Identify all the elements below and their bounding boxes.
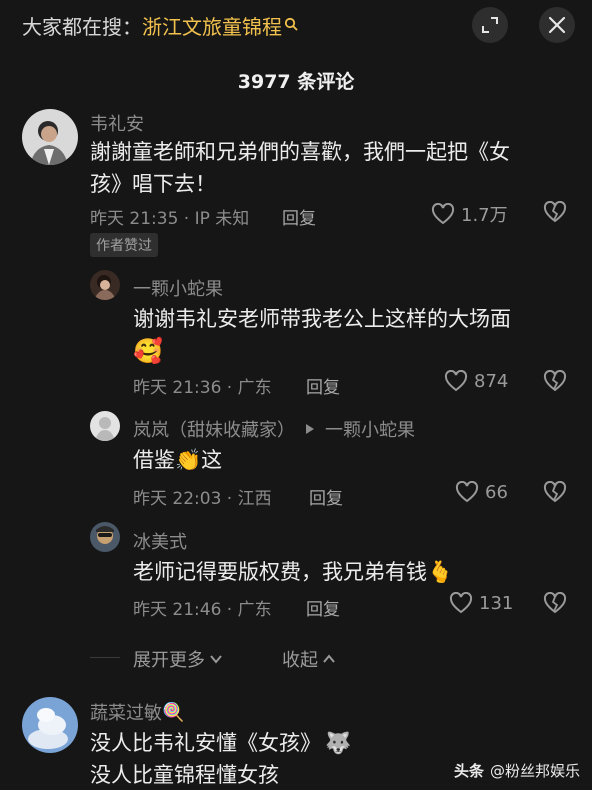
reply-time-location: 昨天 22:03 · 江西 <box>133 489 272 509</box>
chevron-down-icon <box>210 655 222 664</box>
comment-text-line: 謝謝童老師和兄弟們的喜歡，我們一起把《女 <box>90 140 510 164</box>
like-button[interactable]: 131 <box>449 592 513 614</box>
reply-arrow-icon <box>306 424 314 434</box>
heart-icon <box>455 481 479 503</box>
avatar[interactable] <box>90 411 120 441</box>
reply-text-after: 这 <box>201 448 223 472</box>
avatar[interactable] <box>90 270 120 300</box>
watermark: 头条 @粉丝邦娱乐 <box>454 760 580 781</box>
comment-text-line: 没人比童锦程懂女孩 <box>90 763 279 787</box>
reply-text-content: 老师记得要版权费，我兄弟有钱 <box>133 560 427 584</box>
avatar[interactable] <box>22 697 78 753</box>
reply-text-line: 谢谢韦礼安老师带我老公上这样的大场面 <box>133 307 511 331</box>
broken-heart-icon <box>543 591 567 614</box>
expand-more-label: 展开更多 <box>133 650 205 671</box>
reply-button[interactable]: 回复 <box>309 484 343 509</box>
reply-author-name[interactable]: 冰美式 <box>133 528 187 554</box>
lollipop-emoji: 🍭 <box>162 701 185 723</box>
watermark-handle: @粉丝邦娱乐 <box>490 762 581 780</box>
dislike-button[interactable] <box>543 480 567 507</box>
search-prefix-label: 大家都在搜： <box>22 14 142 39</box>
reply-author-name[interactable]: 岚岚（甜妹收藏家） <box>133 416 295 442</box>
collapse-button[interactable]: 收起 <box>282 646 337 672</box>
reply-text-before: 借鉴 <box>133 448 175 472</box>
search-term-link[interactable]: 浙江文旅童锦程 <box>142 11 282 40</box>
broken-heart-icon <box>543 480 567 503</box>
dislike-button[interactable] <box>543 591 567 618</box>
comment-text-line: 没人比韦礼安懂《女孩》 <box>90 731 321 755</box>
like-count: 1.7万 <box>461 205 508 226</box>
heart-icon <box>431 203 455 225</box>
like-count: 131 <box>479 592 514 614</box>
divider-line <box>90 657 120 658</box>
comment-author[interactable]: 蔬菜过敏 🍭 <box>90 699 184 725</box>
comment-text-line: 孩》唱下去！ <box>90 172 216 196</box>
avatar[interactable] <box>22 109 78 165</box>
expand-more-button[interactable]: 展开更多 <box>133 646 224 672</box>
reply-header: 岚岚（甜妹收藏家） 一颗小蛇果 <box>133 416 415 442</box>
comment-time-location: 昨天 21:35 · IP 未知 <box>90 209 250 229</box>
reply-button[interactable]: 回复 <box>306 595 340 620</box>
dislike-button[interactable] <box>543 200 567 227</box>
like-button[interactable]: 66 <box>455 481 508 503</box>
like-button[interactable]: 1.7万 <box>431 201 508 227</box>
hug-emoji: 🥰 <box>133 337 163 365</box>
trending-search-bar[interactable]: 大家都在搜： 浙江文旅童锦程 <box>22 10 298 40</box>
search-icon <box>284 12 298 31</box>
reply-time-location: 昨天 21:46 · 广东 <box>133 600 272 620</box>
like-count: 874 <box>474 370 509 392</box>
heart-icon <box>449 592 473 614</box>
broken-heart-icon <box>543 369 567 392</box>
wolf-emoji: 🐺 <box>325 731 352 755</box>
dislike-button[interactable] <box>543 369 567 396</box>
broken-heart-icon <box>543 200 567 223</box>
avatar[interactable] <box>90 522 120 552</box>
comment-count-title: 3977 条评论 <box>237 71 355 93</box>
like-count: 66 <box>485 481 508 503</box>
watermark-brand: 头条 <box>454 762 485 780</box>
reply-text: 老师记得要版权费，我兄弟有钱 🫰 <box>133 556 453 588</box>
comment-text: 没人比韦礼安懂《女孩》 🐺 <box>90 727 351 759</box>
close-button[interactable] <box>539 7 575 43</box>
finger-heart-emoji: 🫰 <box>427 560 454 584</box>
close-icon <box>548 16 566 34</box>
chevron-up-icon <box>323 654 335 663</box>
expand-icon <box>482 17 498 33</box>
comment-author-name: 蔬菜过敏 <box>90 703 162 724</box>
heart-icon <box>444 370 468 392</box>
reply-author-name[interactable]: 一颗小蛇果 <box>133 275 223 301</box>
expand-button[interactable] <box>472 7 508 43</box>
clap-emoji: 👏 <box>175 448 202 472</box>
author-liked-badge: 作者赞过 <box>90 233 158 257</box>
reply-target-name[interactable]: 一颗小蛇果 <box>325 416 415 442</box>
reply-button[interactable]: 回复 <box>282 204 316 229</box>
reply-button[interactable]: 回复 <box>306 373 340 398</box>
like-button[interactable]: 874 <box>444 370 508 392</box>
comment-author-name[interactable]: 韦礼安 <box>90 110 144 136</box>
reply-time-location: 昨天 21:36 · 广东 <box>133 378 272 398</box>
collapse-label: 收起 <box>282 650 318 671</box>
reply-text: 借鉴 👏 这 <box>133 444 222 476</box>
